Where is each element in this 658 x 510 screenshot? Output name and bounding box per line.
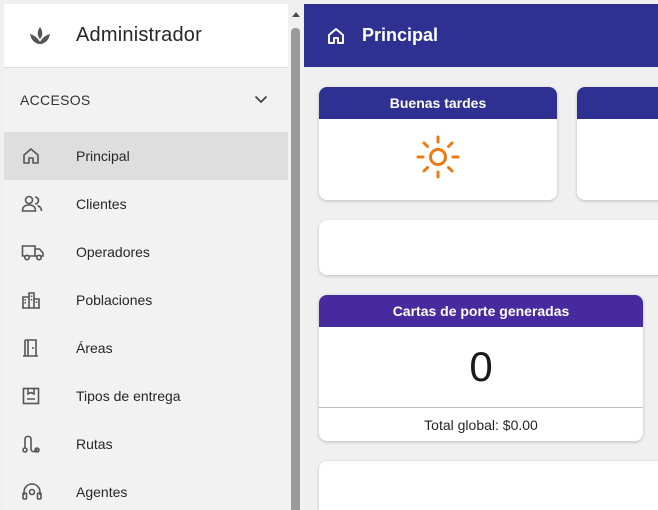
greeting-card: Buenas tardes [319, 87, 557, 200]
page-title: Principal [362, 25, 439, 45]
home-icon [4, 146, 76, 166]
top-bar: Principal [304, 4, 658, 67]
scroll-thumb[interactable] [291, 28, 300, 510]
cartas-card: Cartas de porte generadas 0 Total global… [319, 295, 643, 441]
sidebar-item-rutas[interactable]: Rutas [4, 420, 288, 468]
scroll-up-arrow-icon[interactable] [292, 12, 300, 17]
lotus-logo-icon [4, 26, 76, 46]
chevron-down-icon [254, 91, 268, 109]
city-icon [4, 290, 76, 310]
sidebar-item-label: Agentes [76, 484, 128, 500]
blank-card-bottom [319, 461, 658, 510]
users-icon [4, 194, 76, 214]
sidebar-item-tipos-entrega[interactable]: Tipos de entrega [4, 372, 288, 420]
accesos-section-toggle[interactable]: ACCESOS [4, 68, 288, 132]
sidebar-item-label: Principal [76, 148, 130, 164]
sidebar-item-label: Rutas [76, 436, 113, 452]
cartas-count: 0 [469, 343, 493, 390]
cartas-card-title: Cartas de porte generadas [319, 295, 643, 327]
sidebar-item-label: Poblaciones [76, 292, 153, 308]
sidebar-item-label: Áreas [76, 340, 113, 356]
sidebar-item-operadores[interactable]: Operadores [4, 228, 288, 276]
sidebar-item-label: Tipos de entrega [76, 388, 181, 404]
sidebar-item-poblaciones[interactable]: Poblaciones [4, 276, 288, 324]
sidebar-item-principal[interactable]: Principal [4, 132, 288, 180]
cartas-total: Total global: $0.00 [319, 407, 643, 441]
sidebar-title: Administrador [76, 24, 202, 46]
sidebar-item-label: Operadores [76, 244, 150, 260]
sidebar-header: Administrador [4, 4, 288, 68]
greeting-card-title: Buenas tardes [319, 87, 557, 119]
door-icon [4, 338, 76, 358]
sidebar-item-label: Clientes [76, 196, 127, 212]
sidebar-item-agentes[interactable]: Agentes [4, 468, 288, 510]
box-icon [4, 386, 76, 406]
secondary-card [577, 87, 658, 200]
section-label: ACCESOS [20, 92, 91, 108]
blank-card [319, 220, 658, 275]
secondary-card-header [577, 87, 658, 119]
truck-icon [4, 242, 76, 262]
route-icon [4, 434, 76, 454]
sun-icon [416, 135, 460, 184]
headset-icon [4, 482, 76, 502]
home-icon[interactable] [326, 26, 346, 46]
sidebar-item-areas[interactable]: Áreas [4, 324, 288, 372]
sidebar-item-clientes[interactable]: Clientes [4, 180, 288, 228]
sidebar: Administrador ACCESOS Principal Clientes [4, 4, 288, 510]
sidebar-scrollbar[interactable] [288, 4, 304, 510]
